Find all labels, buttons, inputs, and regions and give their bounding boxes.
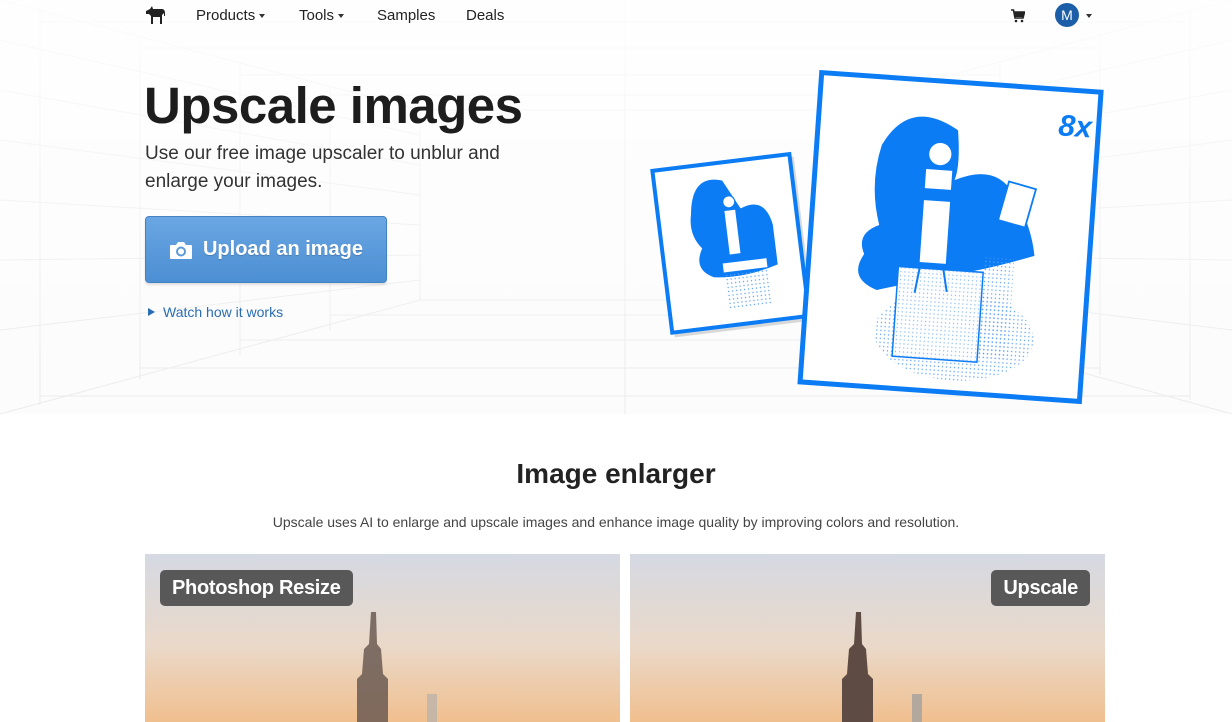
page-title: Upscale images [144, 77, 523, 134]
upload-button-label: Upload an image [202, 238, 364, 260]
nav-deals[interactable]: Deals [466, 7, 504, 24]
comparison-photo-before: Photoshop Resize [145, 554, 620, 722]
upload-image-button[interactable]: Upload an image [145, 216, 387, 283]
nav-products-label: Products [196, 7, 256, 24]
upscale-label: Upscale [1003, 576, 1078, 599]
user-avatar[interactable]: M [1055, 3, 1079, 27]
watch-how-it-works-link[interactable]: Watch how it works [148, 304, 283, 320]
comparison-photo-after: Upscale [630, 554, 1105, 722]
nav-products[interactable]: Products [196, 7, 266, 24]
section-description: Upscale uses AI to enlarge and upscale i… [272, 514, 960, 530]
watch-link-label: Watch how it works [163, 304, 284, 320]
top-nav: Products Tools Samples Deals M [0, 0, 1232, 32]
nav-samples-label: Samples [377, 7, 436, 24]
cart-icon[interactable] [1011, 9, 1025, 23]
nav-samples[interactable]: Samples [377, 7, 435, 24]
nav-tools[interactable]: Tools [299, 7, 345, 24]
avatar-initial: M [1061, 7, 1073, 23]
camera-icon [169, 241, 192, 259]
photoshop-resize-label: Photoshop Resize [172, 576, 341, 599]
chevron-down-icon [259, 14, 266, 18]
nav-deals-label: Deals [466, 7, 505, 24]
zoom-badge-text: 8x [1057, 109, 1094, 144]
play-icon [148, 308, 155, 316]
upscale-illustration: 8x [650, 70, 1104, 405]
upscale-badge: Upscale [991, 570, 1090, 606]
hero-subtitle: Use our free image upscaler to unblur an… [145, 143, 500, 192]
chevron-down-icon [338, 14, 345, 18]
nav-tools-label: Tools [299, 7, 335, 24]
zebra-logo-icon[interactable] [144, 5, 166, 25]
photoshop-resize-badge: Photoshop Resize [160, 570, 353, 606]
chevron-down-icon[interactable] [1086, 14, 1092, 18]
section-title: Image enlarger [516, 458, 716, 489]
